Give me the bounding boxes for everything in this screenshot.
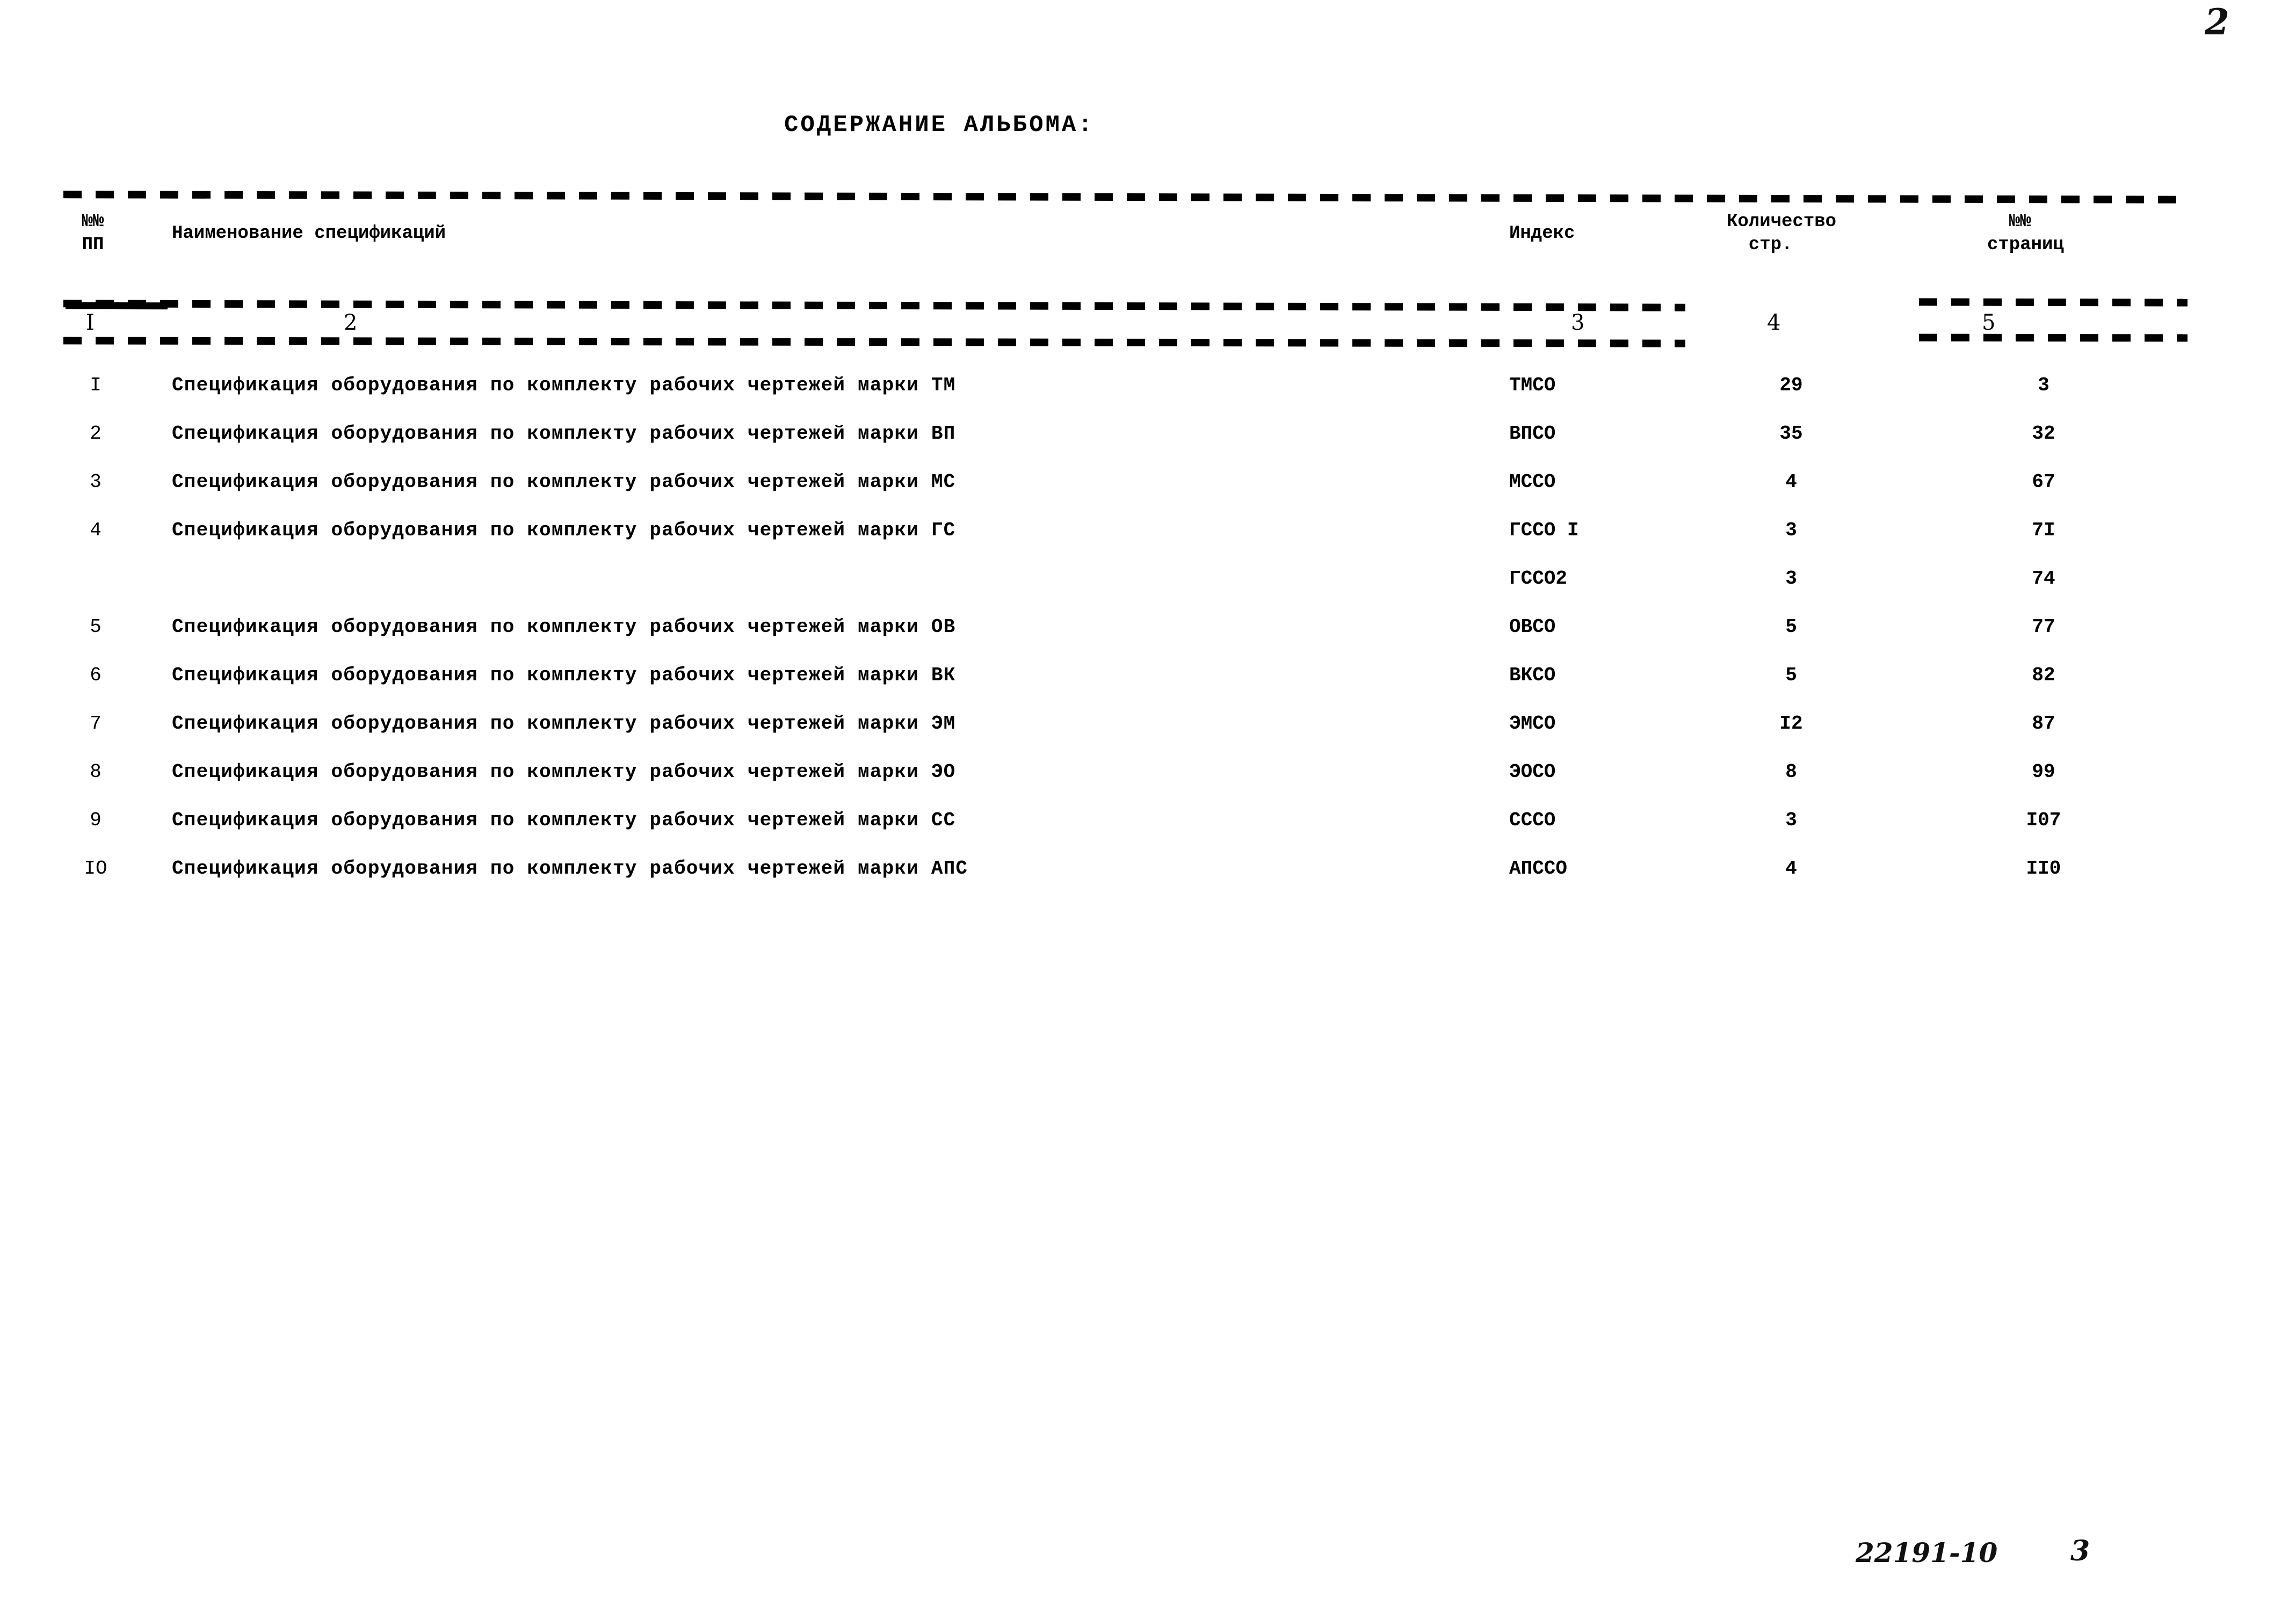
column-number-5: 5 xyxy=(1982,310,1996,335)
row-cell-name: Спецификация оборудования по комплекту р… xyxy=(172,761,956,783)
row-cell-pages: 82 xyxy=(2032,664,2055,686)
row-cell-pages: 3 xyxy=(2038,374,2049,396)
table-rule-bottom-right xyxy=(1918,333,2188,342)
table-row: 8 Спецификация оборудования по комплекту … xyxy=(0,762,2296,811)
table-row: 5 Спецификация оборудования по комплекту … xyxy=(0,618,2296,666)
row-cell-number: 9 xyxy=(90,809,102,831)
row-cell-count: 29 xyxy=(1779,374,1803,396)
row-cell-name: Спецификация оборудования по комплекту р… xyxy=(172,664,956,686)
row-cell-name: Спецификация оборудования по комплекту р… xyxy=(172,519,956,541)
row-cell-pages: 74 xyxy=(2032,568,2055,590)
row-cell-count: I2 xyxy=(1779,713,1803,735)
row-cell-number: 2 xyxy=(90,423,102,445)
column-number-3: 3 xyxy=(1571,310,1585,335)
row-cell-name: Спецификация оборудования по комплекту р… xyxy=(172,809,956,831)
row-cell-count: 3 xyxy=(1785,519,1797,541)
column-header-pp: №№ ПП xyxy=(82,212,104,255)
column-number-2: 2 xyxy=(344,310,358,335)
row-cell-pages: II0 xyxy=(2026,858,2061,880)
row-cell-pages: 32 xyxy=(2032,423,2055,445)
row-cell-pages: 67 xyxy=(2032,471,2055,493)
row-cell-pages: 99 xyxy=(2032,761,2055,783)
table-row: 6 Спецификация оборудования по комплекту … xyxy=(0,666,2296,714)
table-rule-middle-inkblot xyxy=(65,302,168,310)
row-cell-index: ОВСО xyxy=(1509,616,1556,638)
row-cell-count: 35 xyxy=(1779,423,1803,445)
page-title: СОДЕРЖАНИЕ АЛЬБОМА: xyxy=(784,112,1095,139)
table-row: 4 Спецификация оборудования по комплекту … xyxy=(0,521,2296,569)
row-cell-index: МССО xyxy=(1509,471,1556,493)
table-row: IO Спецификация оборудования по комплекту… xyxy=(0,859,2296,907)
row-cell-number: 3 xyxy=(90,471,102,493)
table-rule-middle xyxy=(63,300,1686,311)
row-cell-number: 8 xyxy=(90,761,102,783)
footer-page-number: 3 xyxy=(2070,1535,2090,1567)
table-row: 7 Спецификация оборудования по комплекту … xyxy=(0,714,2296,762)
row-cell-name: Спецификация оборудования по комплекту р… xyxy=(172,374,956,396)
column-header-pages: №№ страниц xyxy=(1987,212,2064,255)
row-cell-pages: 77 xyxy=(2032,616,2055,638)
row-cell-count: 8 xyxy=(1785,761,1797,783)
table-row: 9 Спецификация оборудования по комплекту … xyxy=(0,811,2296,859)
table-rule-bottom xyxy=(63,337,1686,347)
column-header-count: Количество стр. xyxy=(1727,212,1837,255)
row-cell-number: IO xyxy=(84,858,107,880)
row-cell-index: СССО xyxy=(1509,809,1556,831)
row-cell-index: ЭОСО xyxy=(1509,761,1556,783)
row-cell-index: ВКСО xyxy=(1509,664,1556,686)
table-body: I Спецификация оборудования по комплекту … xyxy=(0,376,2296,907)
row-cell-pages: 87 xyxy=(2032,713,2055,735)
row-cell-count: 4 xyxy=(1785,858,1797,880)
row-cell-number: 6 xyxy=(90,664,102,686)
row-cell-number: 4 xyxy=(90,519,102,541)
document-page: 2 СОДЕРЖАНИЕ АЛЬБОМА: №№ ПП Наименование… xyxy=(0,0,2296,1598)
row-cell-name: Спецификация оборудования по комплекту р… xyxy=(172,423,956,445)
page-number-top: 2 xyxy=(2205,1,2229,43)
row-cell-count: 4 xyxy=(1785,471,1797,493)
footer-document-code: 22191-10 xyxy=(1856,1537,1998,1568)
row-cell-pages: 7I xyxy=(2032,519,2055,541)
row-cell-count: 5 xyxy=(1785,664,1797,686)
row-cell-count: 3 xyxy=(1785,568,1797,590)
row-cell-index: ГССО I xyxy=(1509,519,1579,541)
row-cell-name: Спецификация оборудования по комплекту р… xyxy=(172,471,956,493)
row-cell-pages: I07 xyxy=(2026,809,2061,831)
row-cell-index: ГССО2 xyxy=(1509,568,1568,590)
row-cell-name: Спецификация оборудования по комплекту р… xyxy=(172,713,956,735)
table-row: I Спецификация оборудования по комплекту … xyxy=(0,376,2296,424)
column-number-4: 4 xyxy=(1767,310,1781,335)
row-cell-index: ТМСО xyxy=(1509,374,1556,396)
row-cell-number: 7 xyxy=(90,713,102,735)
column-number-1: I xyxy=(86,310,95,335)
table-rule-top xyxy=(63,191,2188,204)
row-cell-name: Спецификация оборудования по комплекту р… xyxy=(172,858,968,880)
table-row: 3 Спецификация оборудования по комплекту … xyxy=(0,473,2296,521)
row-cell-number: 5 xyxy=(90,616,102,638)
row-cell-index: ВПСО xyxy=(1509,423,1556,445)
row-cell-index: ЭМСО xyxy=(1509,713,1556,735)
row-cell-count: 5 xyxy=(1785,616,1797,638)
row-cell-name: Спецификация оборудования по комплекту р… xyxy=(172,616,956,638)
table-row: ГССО2 3 74 xyxy=(0,569,2296,618)
row-cell-number: I xyxy=(90,374,102,396)
table-rule-middle-right xyxy=(1918,298,2188,307)
row-cell-index: АПССО xyxy=(1509,858,1568,880)
column-header-name: Наименование спецификаций xyxy=(172,223,446,244)
column-header-index: Индекс xyxy=(1509,223,1575,244)
row-cell-count: 3 xyxy=(1785,809,1797,831)
table-row: 2 Спецификация оборудования по комплекту … xyxy=(0,424,2296,473)
